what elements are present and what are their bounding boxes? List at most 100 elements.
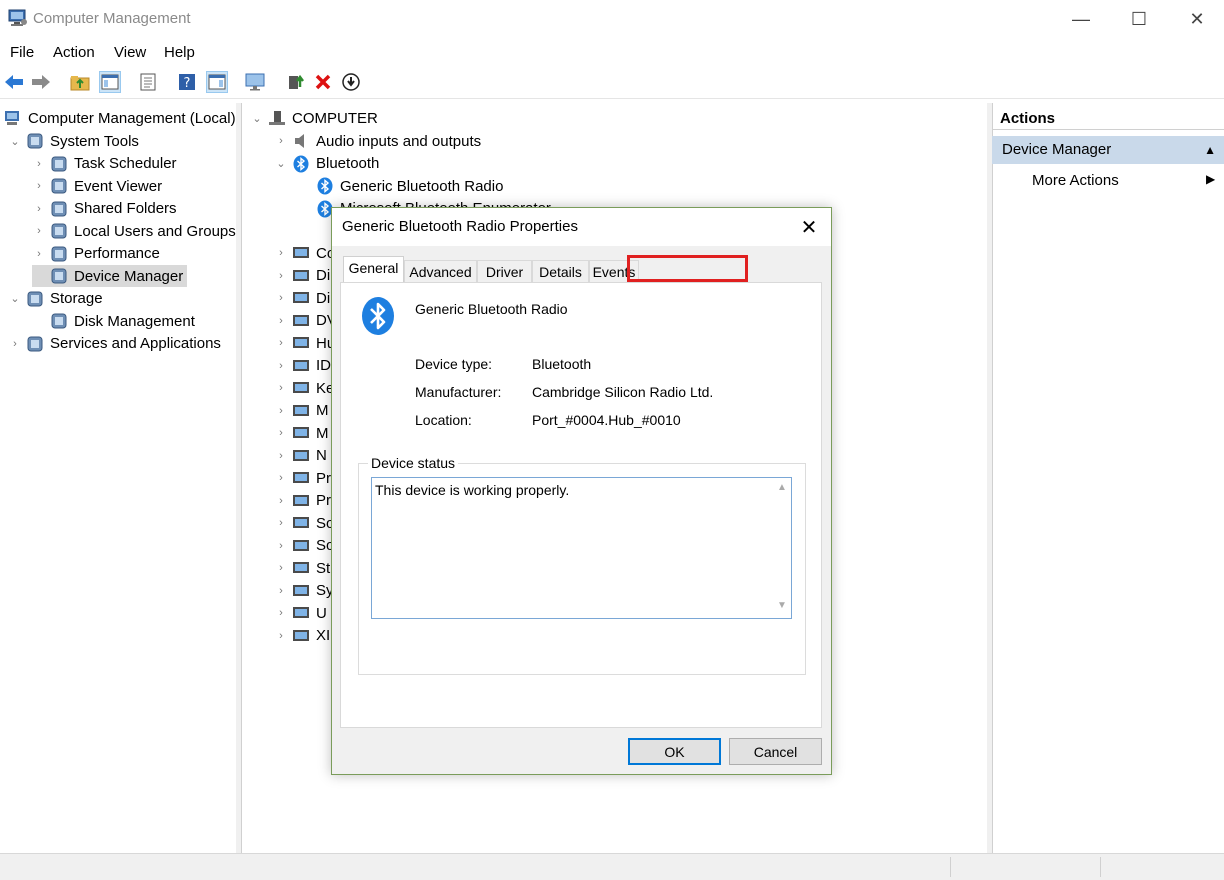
menu-help[interactable]: Help <box>164 44 195 61</box>
tree-item[interactable]: Device Manager <box>32 265 188 287</box>
chevron-right-icon[interactable]: › <box>32 158 46 170</box>
device-tree-item[interactable]: Generic Bluetooth Radio <box>298 175 503 197</box>
device-tree-item-label: St <box>316 559 331 577</box>
device-tree-item[interactable]: › ID <box>274 355 331 377</box>
device-tree-item[interactable]: › Pr <box>274 490 331 512</box>
chevron-down-icon[interactable]: ⌄ <box>274 157 288 170</box>
actions-device-manager-section[interactable]: Device Manager ▲ <box>992 136 1224 164</box>
device-status-textbox[interactable]: This device is working properly. ▲ ▼ <box>371 477 792 619</box>
show-hide-action-pane-icon[interactable] <box>206 71 228 93</box>
properties-page-icon[interactable] <box>137 71 159 93</box>
status-scrollbar[interactable]: ▲ ▼ <box>773 478 791 618</box>
cancel-button[interactable]: Cancel <box>729 738 822 765</box>
tree-item[interactable]: › Local Users and Groups <box>32 220 236 242</box>
chevron-right-icon[interactable]: › <box>274 247 288 259</box>
device-tree-item-label: N <box>316 447 327 464</box>
tree-item[interactable]: ⌄ System Tools <box>8 130 139 152</box>
chevron-right-icon[interactable]: › <box>274 472 288 484</box>
chevron-right-icon[interactable]: › <box>274 585 288 597</box>
device-tree-item[interactable]: › N <box>274 445 327 467</box>
forward-arrow-icon[interactable] <box>30 71 52 93</box>
scroll-up-icon[interactable]: ▲ <box>777 482 787 493</box>
scroll-down-icon[interactable]: ▼ <box>777 600 787 611</box>
minimize-button[interactable]: — <box>1052 0 1110 38</box>
device-tree-item[interactable]: › So <box>274 512 334 534</box>
tab-general[interactable]: General <box>343 256 404 283</box>
device-category-icon <box>292 267 310 285</box>
chevron-right-icon[interactable]: › <box>274 135 288 147</box>
chevron-right-icon[interactable]: › <box>274 382 288 394</box>
chevron-right-icon[interactable]: › <box>274 427 288 439</box>
chevron-right-icon[interactable]: › <box>274 315 288 327</box>
device-tree-item[interactable]: › Sy <box>274 580 333 602</box>
chevron-right-icon[interactable]: › <box>32 203 46 215</box>
tree-item[interactable]: › Shared Folders <box>32 198 176 220</box>
tree-item[interactable]: › Event Viewer <box>32 175 162 197</box>
menu-file[interactable]: File <box>10 44 34 61</box>
scan-download-icon[interactable] <box>340 71 362 93</box>
tree-item[interactable]: › Task Scheduler <box>32 153 176 175</box>
maximize-button[interactable]: ☐ <box>1110 0 1168 38</box>
close-button[interactable]: ✕ <box>1168 0 1224 38</box>
chevron-down-icon[interactable]: ⌄ <box>8 135 22 148</box>
device-tree-item[interactable]: › So <box>274 535 334 557</box>
device-tree-item[interactable]: › Ke <box>274 377 334 399</box>
chevron-right-icon[interactable]: › <box>32 180 46 192</box>
device-tree-item[interactable]: › St <box>274 557 330 579</box>
show-hide-console-tree-icon[interactable] <box>99 71 121 93</box>
up-folder-icon[interactable] <box>69 71 91 93</box>
chevron-right-icon[interactable]: › <box>274 495 288 507</box>
chevron-right-icon[interactable]: › <box>274 337 288 349</box>
status-bar <box>0 853 1224 880</box>
device-tree-item[interactable]: › U <box>274 602 327 624</box>
device-tree-item[interactable]: › Di <box>274 265 330 287</box>
more-actions-item[interactable]: More Actions <box>1032 172 1119 189</box>
tree-item[interactable]: ⌄ Storage <box>8 288 102 310</box>
chevron-right-icon[interactable]: › <box>274 405 288 417</box>
dialog-close-icon[interactable]: ✕ <box>794 214 824 240</box>
chevron-right-icon[interactable]: › <box>274 360 288 372</box>
device-tree-item[interactable]: › Hu <box>274 332 335 354</box>
submenu-arrow-icon[interactable]: ▶ <box>1206 172 1215 186</box>
chevron-right-icon[interactable]: › <box>274 562 288 574</box>
back-arrow-icon[interactable] <box>3 71 25 93</box>
chevron-right-icon[interactable]: › <box>274 450 288 462</box>
device-tree-item[interactable]: ⌄ Bluetooth <box>274 153 379 175</box>
uninstall-x-icon[interactable] <box>312 71 334 93</box>
chevron-right-icon[interactable]: › <box>32 248 46 260</box>
device-tree-item[interactable]: › M <box>274 400 328 422</box>
help-icon[interactable]: ? <box>176 71 198 93</box>
tab-details[interactable]: Details <box>532 260 589 282</box>
chevron-right-icon[interactable]: › <box>274 540 288 552</box>
tree-root[interactable]: Computer Management (Local) <box>4 107 236 129</box>
menu-view[interactable]: View <box>114 44 146 61</box>
tree-item[interactable]: › Performance <box>32 243 160 265</box>
computer-management-icon <box>4 109 22 127</box>
tree-item[interactable]: › Services and Applications <box>8 333 221 355</box>
chevron-right-icon[interactable]: › <box>274 607 288 619</box>
chevron-right-icon[interactable]: › <box>8 338 22 350</box>
ok-button[interactable]: OK <box>628 738 721 765</box>
device-tree-item[interactable]: › Di <box>274 287 330 309</box>
chevron-right-icon[interactable]: › <box>32 225 46 237</box>
chevron-right-icon[interactable]: › <box>274 517 288 529</box>
chevron-right-icon[interactable]: › <box>274 292 288 304</box>
update-driver-icon[interactable] <box>285 71 307 93</box>
menu-action[interactable]: Action <box>53 44 95 61</box>
device-tree-item[interactable]: › DV <box>274 310 337 332</box>
device-root[interactable]: ⌄ COMPUTER <box>250 107 377 129</box>
device-tree-item[interactable]: › Pr <box>274 467 331 489</box>
chevron-right-icon[interactable]: › <box>274 270 288 282</box>
chevron-down-icon[interactable]: ⌄ <box>8 292 22 305</box>
device-tree-item[interactable]: › Co <box>274 242 335 264</box>
chevron-right-icon[interactable]: › <box>274 630 288 642</box>
device-tree-item[interactable]: › XI <box>274 625 330 647</box>
chevron-down-icon[interactable]: ⌄ <box>250 112 264 125</box>
device-tree-item[interactable]: › M <box>274 422 328 444</box>
collapse-triangle-icon[interactable]: ▲ <box>1204 136 1216 164</box>
tab-driver[interactable]: Driver <box>477 260 532 282</box>
device-tree-item[interactable]: › Audio inputs and outputs <box>274 130 481 152</box>
tab-advanced[interactable]: Advanced <box>404 260 477 282</box>
monitor-icon[interactable] <box>244 71 266 93</box>
tree-item[interactable]: Disk Management <box>32 310 195 332</box>
